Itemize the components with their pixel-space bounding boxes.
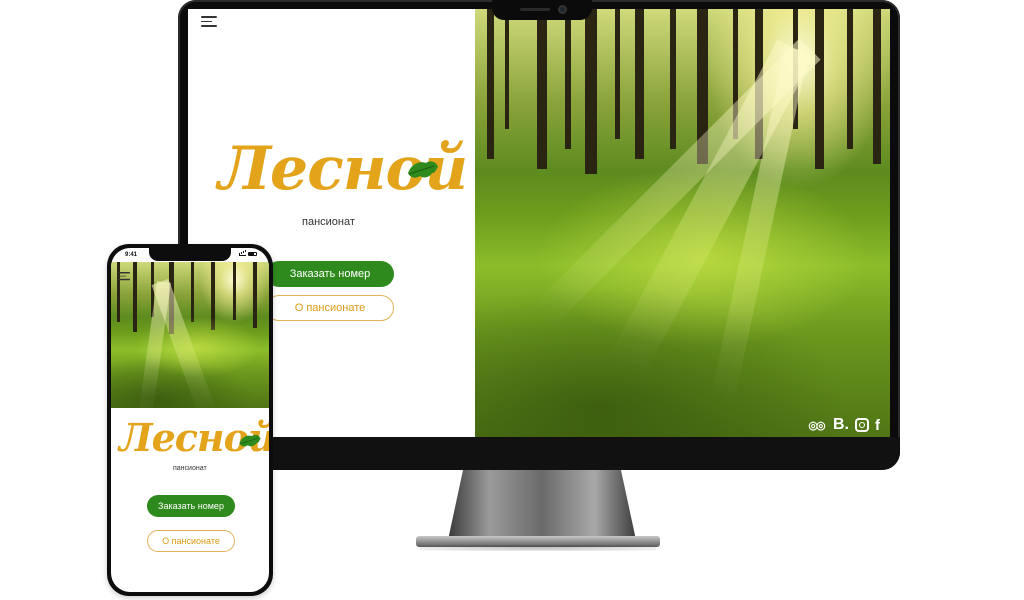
phone-notch bbox=[149, 248, 231, 261]
hamburger-icon[interactable] bbox=[201, 16, 217, 27]
speaker-slot bbox=[520, 8, 550, 11]
desktop-screen: Лесной пансионат Заказать номер О пансио… bbox=[188, 9, 890, 437]
status-time: 9:41 bbox=[125, 252, 138, 258]
instagram-icon[interactable] bbox=[855, 418, 869, 432]
signal-icon bbox=[239, 252, 246, 256]
about-button-mobile[interactable]: О пансионате bbox=[147, 530, 235, 552]
monitor-chin bbox=[178, 437, 900, 470]
booking-icon[interactable]: B. bbox=[833, 416, 849, 434]
monitor-stand-shadow bbox=[420, 545, 656, 551]
book-room-button[interactable]: Заказать номер bbox=[266, 261, 394, 287]
hamburger-icon[interactable] bbox=[118, 272, 130, 280]
battery-icon bbox=[248, 252, 257, 256]
monitor-stand-neck bbox=[448, 470, 636, 540]
oak-leaf-icon bbox=[408, 161, 438, 178]
about-button[interactable]: О пансионате bbox=[266, 295, 394, 321]
phone-frame: 9:41 Лесной пансионат Заказать номер О п… bbox=[107, 244, 273, 596]
forest-hero-image-mobile bbox=[111, 262, 269, 408]
tripadvisor-icon[interactable]: ◎◎ bbox=[805, 418, 827, 432]
camera-icon bbox=[558, 5, 567, 14]
brand-tagline-mobile: пансионат bbox=[173, 465, 207, 472]
oak-leaf-icon bbox=[239, 434, 261, 447]
status-icons bbox=[239, 252, 257, 256]
forest-hero-image: ◎◎ B. f bbox=[475, 9, 890, 437]
book-room-button-mobile[interactable]: Заказать номер bbox=[147, 495, 235, 517]
monitor-notch bbox=[492, 0, 592, 20]
social-links: ◎◎ B. f bbox=[805, 416, 880, 434]
mobile-screen: 9:41 Лесной пансионат Заказать номер О п… bbox=[111, 248, 269, 592]
facebook-icon[interactable]: f bbox=[875, 417, 880, 434]
brand-tagline: пансионат bbox=[302, 216, 355, 228]
